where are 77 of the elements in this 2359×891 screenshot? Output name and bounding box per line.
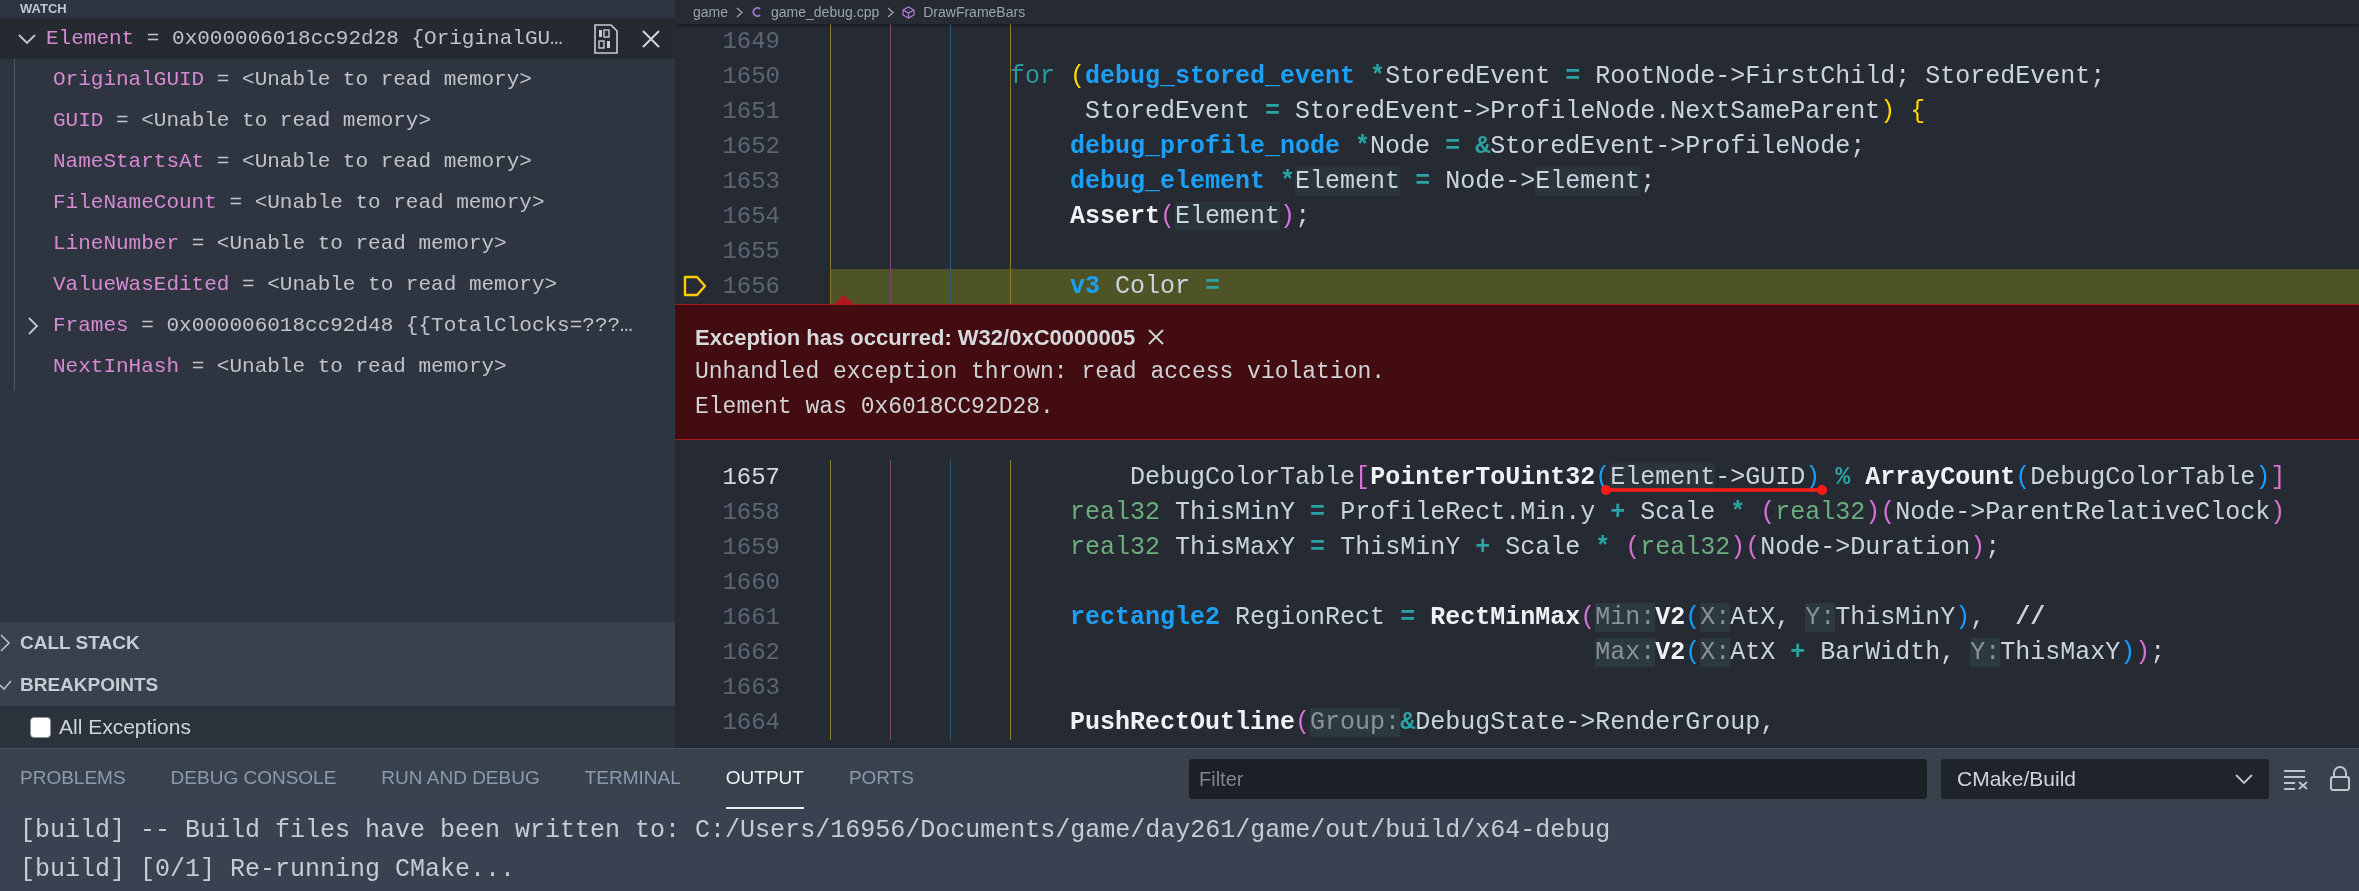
code-line: for (debug_stored_event *StoredEvent = RootNode->FirstChild; StoredEvent; (1009, 61, 2107, 93)
watch-expression: Frames = 0x000006018cc92d48 {{TotalClocks=???… (53, 312, 633, 339)
panel-tab[interactable]: PROBLEMS (20, 749, 126, 809)
watch-expression: GUID = <Unable to read memory> (53, 107, 432, 134)
section-title: WATCH (20, 2, 67, 16)
breadcrumb-item[interactable]: game_debug.cpp (771, 1, 880, 23)
line-number: 1655 (721, 236, 780, 267)
watch-item[interactable]: GUID = <Unable to read memory> (15, 100, 675, 141)
panel-tab[interactable]: DEBUG CONSOLE (170, 749, 337, 809)
watch-expression: NameStartsAt = <Unable to read memory> (53, 148, 532, 175)
filter-field[interactable]: Filter (1189, 759, 1927, 799)
watch-expression: LineNumber = <Unable to read memory> (53, 230, 507, 257)
watch-item[interactable]: LineNumber = <Unable to read memory> (15, 223, 675, 264)
panel-tab[interactable]: RUN AND DEBUG (381, 749, 540, 809)
line-number: 1656 (721, 271, 780, 302)
channel-dropdown[interactable]: CMake/Build (1941, 759, 2269, 799)
watch-expression: OriginalGUID = <Unable to read memory> (53, 66, 532, 93)
chevron-down-icon[interactable] (18, 32, 36, 45)
line-number: 1658 (721, 497, 780, 528)
chevron-right-icon (887, 6, 895, 18)
code-line: debug_element *Element = Node->Element; (1069, 166, 1657, 198)
watch-item[interactable]: NameStartsAt = <Unable to read memory> (15, 141, 675, 182)
watch-item[interactable]: FileNameCount = <Unable to read memory> (15, 182, 675, 223)
output-line: [build] -- Build files have been written to: C:/Users/16956/Documents/game/day261/game/out/build/x64-debug (20, 815, 1612, 847)
section-header[interactable]: CALL STACK (0, 622, 675, 664)
line-number: 1652 (721, 131, 780, 162)
chevron-right-icon[interactable] (27, 316, 39, 335)
watch-expression: Element = 0x000006018cc92d28 {OriginalGU… (46, 25, 564, 52)
code-line: Max:V2(X:AtX + BarWidth, Y:ThisMaxY)); (1594, 637, 2167, 669)
chevron-right-icon[interactable] (0, 634, 12, 652)
line-number: 1661 (721, 602, 780, 633)
line-number: 1654 (721, 201, 780, 232)
code-line: real32 ThisMaxY = ThisMinY + Scale * (real32)(Node->Duration); (1069, 532, 2002, 564)
breadcrumb-item[interactable]: DrawFrameBars (923, 1, 1026, 23)
code-line: debug_profile_node *Node = &StoredEvent->ProfileNode; (1069, 131, 1867, 163)
close-icon[interactable] (1147, 328, 1166, 346)
pointer-icon (833, 295, 855, 305)
watch-item[interactable]: NextInHash = <Unable to read memory> (15, 346, 675, 387)
exception-message: Unhandled exception thrown: read access violation. (695, 358, 1387, 387)
panel-tab[interactable]: PORTS (848, 749, 914, 809)
line-number: 1664 (721, 707, 780, 738)
line-number: 1659 (721, 532, 780, 563)
binary-view-icon[interactable] (593, 23, 619, 54)
line-number: 1662 (721, 637, 780, 668)
line-number: 1663 (721, 672, 780, 703)
watch-item[interactable]: OriginalGUID = <Unable to read memory> (15, 59, 675, 100)
section-header[interactable]: BREAKPOINTS (0, 664, 675, 706)
line-number: 1653 (721, 166, 780, 197)
watch-expression: FileNameCount = <Unable to read memory> (53, 189, 545, 216)
code-line: StoredEvent = StoredEvent->ProfileNode.NextSameParent) { (1084, 96, 1927, 128)
code-line: PushRectOutline(Group:&DebugState->RenderGroup, (1069, 707, 1777, 739)
checkbox[interactable] (30, 716, 51, 738)
lock-icon[interactable] (2329, 766, 2351, 792)
watch-item[interactable]: ValueWasEdited = <Unable to read memory> (15, 264, 675, 305)
code-line: Assert(Element); (1069, 201, 1312, 233)
exception-title: Exception has occurred: W32/0xC0000005 (695, 323, 1136, 352)
chevron-right-icon (736, 6, 744, 18)
output-line: [build] [0/1] Re-running CMake... (20, 854, 517, 886)
method-icon (902, 5, 916, 19)
code-line: real32 ThisMinY = ProfileRect.Min.y + Scale * (real32)(Node->ParentRelativeClock) (1069, 497, 2287, 529)
line-number: 1660 (721, 567, 780, 598)
check-icon (0, 680, 12, 690)
line-number: 1649 (721, 26, 780, 57)
line-number: 1657 (721, 462, 780, 493)
line-number: 1651 (721, 96, 780, 127)
checkbox-label: All Exceptions (59, 714, 191, 741)
code-line: rectangle2 RegionRect = RectMinMax(Min:V2(X:AtX, Y:ThisMinY), // (1069, 602, 2047, 634)
chevron-down-icon (2235, 773, 2253, 785)
line-number: 1650 (721, 61, 780, 92)
close-icon[interactable] (641, 28, 661, 49)
watch-expression: NextInHash = <Unable to read memory> (53, 353, 507, 380)
watch-item[interactable]: Frames = 0x000006018cc92d48 {{TotalClocks=???… (15, 305, 675, 346)
watch-item[interactable]: Element = 0x000006018cc92d28 {OriginalGU… (0, 18, 675, 59)
breadcrumb-item[interactable]: game (693, 1, 729, 23)
watch-expression: ValueWasEdited = <Unable to read memory> (53, 271, 558, 298)
exception-message: Element was 0x6018CC92D28. (695, 393, 1055, 422)
panel-tab[interactable]: TERMINAL (584, 749, 681, 809)
